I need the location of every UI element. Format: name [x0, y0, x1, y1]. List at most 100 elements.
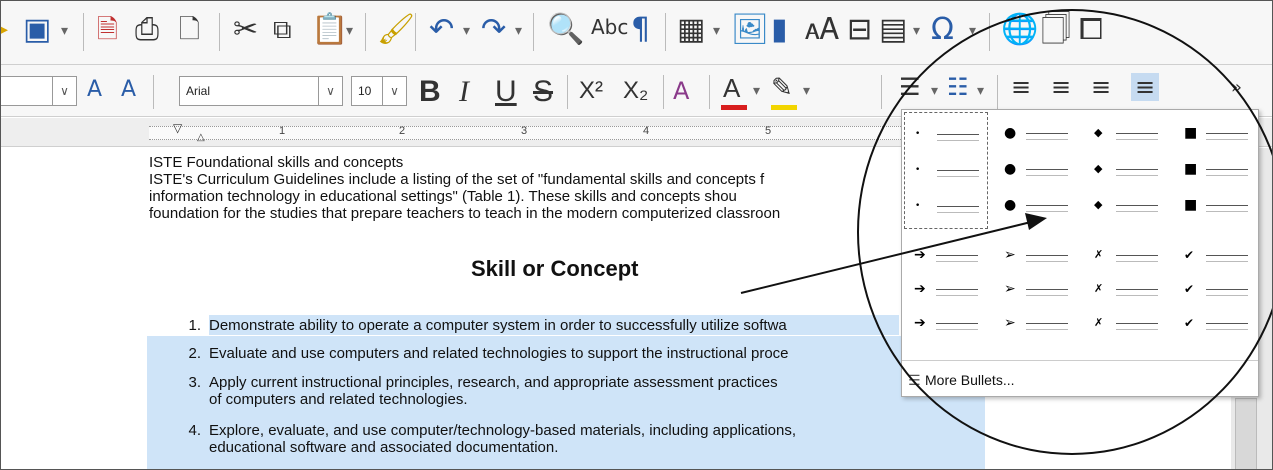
- superscript-button[interactable]: X²: [579, 79, 603, 103]
- bullet-glyph: ➢: [1004, 247, 1016, 263]
- font-size-box[interactable]: 10 ∨: [351, 76, 407, 106]
- align-left-icon[interactable]: ≡: [1011, 75, 1031, 99]
- highlight-icon[interactable]: ✎: [771, 75, 793, 101]
- separator: [533, 13, 534, 51]
- bullet-option-check[interactable]: ✔ ✔ ✔: [1174, 238, 1258, 355]
- field-dropdown-icon[interactable]: ▾: [913, 23, 920, 39]
- bold-button[interactable]: B: [419, 77, 441, 107]
- clear-formatting-icon[interactable]: A: [673, 79, 689, 103]
- bullet-glyph: ◆: [1094, 162, 1103, 175]
- more-toolbar-button[interactable]: »: [1231, 79, 1242, 97]
- align-center-icon[interactable]: ≡: [1051, 75, 1071, 99]
- bullet-glyph: ➔: [914, 315, 926, 331]
- chevron-down-icon[interactable]: ∨: [382, 77, 406, 105]
- list-text: educational software and associated docu…: [209, 439, 559, 456]
- update-style-icon[interactable]: A: [87, 79, 102, 101]
- spelling-icon[interactable]: Abc: [591, 17, 628, 37]
- bullet-option-arrow[interactable]: ➔ ➔ ➔: [904, 238, 988, 355]
- special-char-dropdown-icon[interactable]: ▾: [969, 23, 976, 39]
- insert-chart-icon[interactable]: ▮: [771, 15, 788, 45]
- font-color-button[interactable]: A: [723, 75, 740, 101]
- undo-dropdown-icon[interactable]: ▾: [463, 23, 470, 39]
- formatting-marks-icon[interactable]: ¶: [631, 15, 650, 45]
- hyperlink-icon[interactable]: 🌐: [1001, 15, 1038, 45]
- italic-button[interactable]: I: [459, 77, 469, 107]
- unordered-list-icon[interactable]: ☰: [899, 75, 921, 99]
- redo-dropdown-icon[interactable]: ▾: [515, 23, 522, 39]
- copy-icon[interactable]: ⧉: [273, 17, 292, 43]
- bullet-option-small-dot[interactable]: • • •: [904, 112, 988, 229]
- bullet-option-square[interactable]: ■ ■ ■: [1174, 112, 1258, 229]
- list-text: Apply current instructional principles, …: [209, 374, 778, 391]
- special-character-icon[interactable]: Ω: [931, 15, 954, 45]
- paste-icon[interactable]: 📋: [311, 15, 348, 45]
- paragraph-style-box[interactable]: ∨: [1, 76, 77, 106]
- more-bullets-label: More Bullets...: [925, 372, 1015, 388]
- find-replace-icon[interactable]: 🔍: [547, 15, 584, 45]
- insert-image-icon[interactable]: 🖼: [731, 15, 769, 45]
- cut-icon[interactable]: ✂: [233, 15, 258, 45]
- subscript-button[interactable]: X₂: [623, 79, 648, 103]
- chevron-down-icon[interactable]: ∨: [318, 77, 342, 105]
- export-pdf-icon[interactable]: 🗎: [97, 17, 118, 43]
- ordered-list-dropdown-icon[interactable]: ▾: [977, 83, 984, 99]
- table-dropdown-icon[interactable]: ▾: [713, 23, 720, 39]
- font-color-dropdown-icon[interactable]: ▾: [753, 83, 760, 99]
- underline-button[interactable]: U: [495, 77, 517, 107]
- clone-formatting-icon[interactable]: 🖌: [377, 15, 415, 45]
- paste-dropdown-icon[interactable]: ▾: [346, 23, 353, 39]
- bullet-glyph: ✔: [1184, 248, 1195, 262]
- save-dropdown-icon[interactable]: ▾: [61, 23, 68, 39]
- page-break-icon[interactable]: ⊟: [847, 15, 872, 45]
- indent-marker-icon[interactable]: ▽: [173, 121, 182, 135]
- justify-icon[interactable]: ≡: [1131, 73, 1160, 101]
- bullet-glyph: ■: [1184, 161, 1198, 177]
- ruler-number: 2: [399, 125, 406, 137]
- bullet-glyph: •: [915, 165, 921, 175]
- insert-field-icon[interactable]: ▤: [879, 15, 907, 45]
- footnote-icon[interactable]: 🗍: [1041, 15, 1071, 45]
- insert-table-icon[interactable]: ▦: [677, 15, 705, 45]
- ordered-list-icon[interactable]: ☷: [947, 75, 969, 99]
- list-number: 1.: [188, 317, 201, 334]
- unordered-list-dropdown-icon[interactable]: ▾: [931, 83, 938, 99]
- font-name-box[interactable]: Arial ∨: [179, 76, 343, 106]
- list-number: 3.: [188, 374, 201, 391]
- bullet-option-cross[interactable]: ✗ ✗ ✗: [1084, 238, 1168, 355]
- separator: [219, 13, 220, 51]
- list-item: 2. Evaluate and use computers and related…: [149, 345, 788, 362]
- bullet-option-arrowhead[interactable]: ➢ ➢ ➢: [994, 238, 1078, 355]
- bullet-glyph: ➔: [914, 281, 926, 297]
- list-text: Explore, evaluate, and use computer/tech…: [209, 422, 797, 439]
- vertical-scrollbar[interactable]: [1235, 398, 1257, 469]
- doc-line: ISTE Foundational skills and concepts: [149, 154, 404, 171]
- print-icon[interactable]: ⎙: [135, 15, 159, 45]
- ruler-number: 1: [279, 125, 286, 137]
- new-style-icon[interactable]: A: [121, 79, 136, 101]
- list-item: educational software and associated docu…: [149, 439, 558, 456]
- print-preview-icon[interactable]: 🗋: [179, 17, 200, 43]
- bullet-glyph: ✗: [1094, 248, 1104, 261]
- insert-textbox-icon[interactable]: 🗚: [805, 15, 839, 45]
- bullet-glyph: ✗: [1094, 282, 1104, 295]
- more-bullets-menu-item[interactable]: ☰ More Bullets...: [908, 372, 1015, 389]
- save-icon[interactable]: ▣: [23, 15, 51, 45]
- bullet-glyph: ●: [1004, 161, 1017, 177]
- bullet-glyph: ●: [1004, 197, 1017, 213]
- comment-icon[interactable]: ⧠: [1079, 15, 1103, 45]
- list-text: Demonstrate ability to operate a compute…: [209, 317, 787, 334]
- strikethrough-button[interactable]: S: [533, 77, 553, 107]
- bullet-option-large-dot[interactable]: ● ● ●: [994, 112, 1078, 229]
- list-item: 3. Apply current instructional principles…: [149, 374, 778, 391]
- align-right-icon[interactable]: ≡: [1091, 75, 1111, 99]
- open-icon[interactable]: ▸: [1, 19, 8, 41]
- indent-marker-icon[interactable]: △: [197, 132, 205, 143]
- highlight-dropdown-icon[interactable]: ▾: [803, 83, 810, 99]
- chevron-down-icon[interactable]: ∨: [52, 77, 76, 105]
- list-number: 2.: [188, 345, 201, 362]
- undo-icon[interactable]: ↶: [429, 15, 454, 45]
- redo-icon[interactable]: ↷: [481, 15, 506, 45]
- separator: [153, 75, 154, 109]
- bullet-glyph: ◆: [1094, 198, 1103, 211]
- bullet-option-diamond[interactable]: ◆ ◆ ◆: [1084, 112, 1168, 229]
